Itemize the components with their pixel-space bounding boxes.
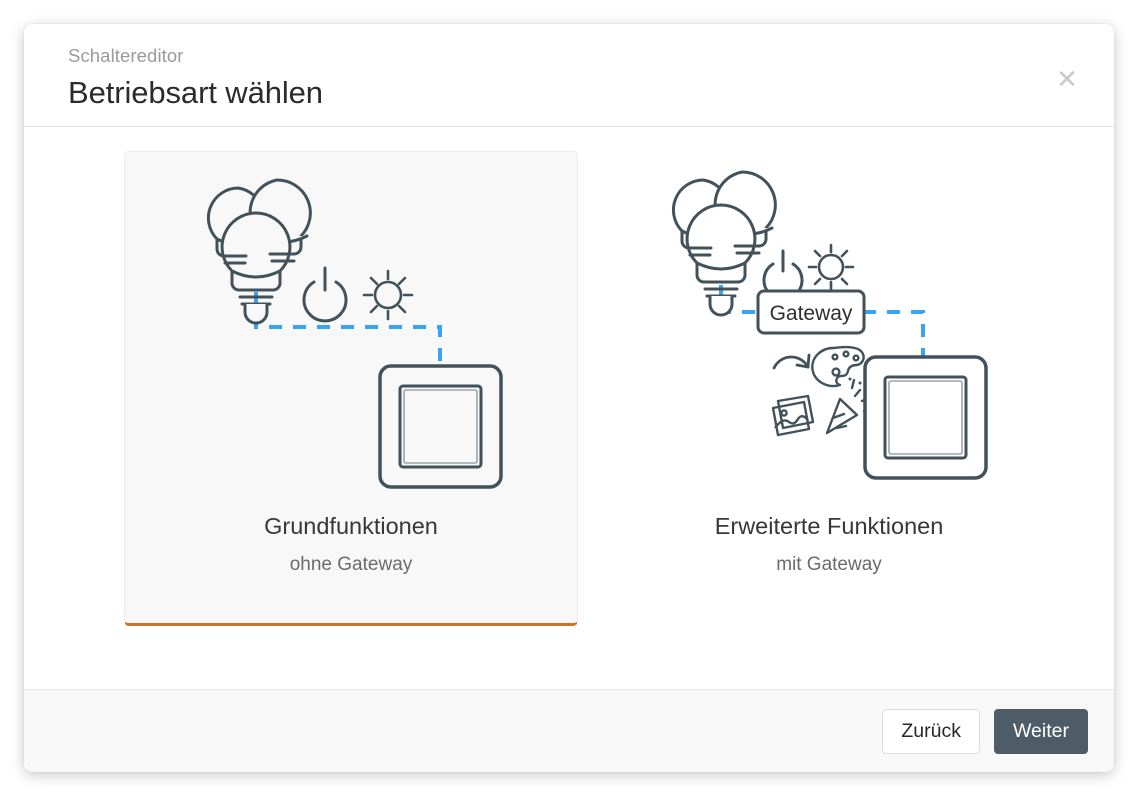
link-line-gateway-switch <box>863 310 925 356</box>
option-subtitle: ohne Gateway <box>289 554 413 576</box>
dialog-footer: Zurück Weiter <box>24 689 1114 772</box>
option-title: Erweiterte Funktionen <box>714 513 944 539</box>
option-subtitle: mit Gateway <box>776 554 882 576</box>
close-icon[interactable]: ✕ <box>1048 60 1086 98</box>
illustration-basic <box>125 152 577 502</box>
page-title: Betriebsart wählen <box>68 75 323 111</box>
next-button[interactable]: Weiter <box>994 708 1088 754</box>
scenes-icon <box>771 394 815 437</box>
option-card-erweiterte-funktionen[interactable]: Gateway Erweiterte Funktionen mit Gatewa… <box>602 151 1056 626</box>
option-card-grundfunktionen[interactable]: Grundfunktionen ohne Gateway <box>124 151 578 626</box>
back-button[interactable]: Zurück <box>882 708 980 754</box>
gateway-label: Gateway <box>770 302 853 325</box>
option-title: Grundfunktionen <box>264 513 438 539</box>
dialog-eyebrow: Schaltereditor <box>68 45 184 66</box>
advanced-diagram: Gateway <box>671 170 988 480</box>
color-palette-icon <box>811 345 865 388</box>
transition-icon <box>772 353 811 370</box>
basic-diagram <box>206 178 503 489</box>
dialog-header: Schaltereditor Betriebsart wählen ✕ <box>24 24 1114 127</box>
dialog-body: Grundfunktionen ohne Gateway Gateway Erw… <box>24 127 1114 689</box>
betriebsart-dialog: Schaltereditor Betriebsart wählen ✕ Grun… <box>24 24 1114 772</box>
wall-switch-icon <box>863 355 988 480</box>
gateway-box: Gateway <box>756 289 866 335</box>
brightness-icon <box>362 269 414 321</box>
brightness-icon <box>807 243 855 291</box>
illustration-advanced: Gateway <box>603 152 1055 502</box>
wall-switch-icon <box>378 364 503 489</box>
light-bulbs-icon <box>206 178 312 325</box>
power-icon <box>302 266 348 323</box>
